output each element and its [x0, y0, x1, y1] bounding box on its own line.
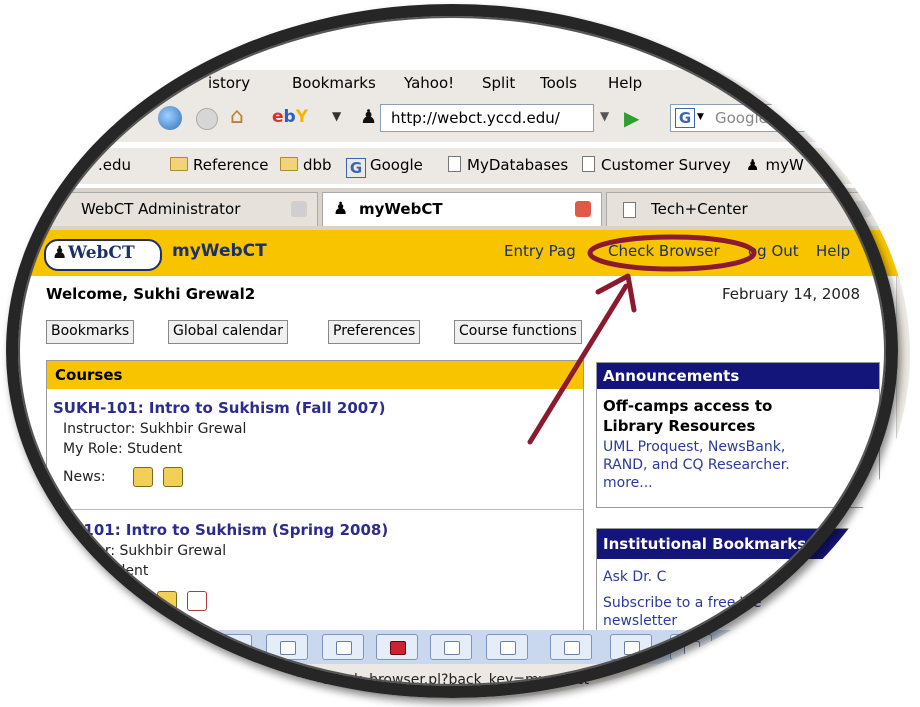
pointer-arrow	[527, 283, 629, 445]
annotation-overlay	[527, 234, 757, 445]
highlight-ellipse	[587, 234, 757, 272]
magnified-screenshot: istory Bookmarks Yahoo! Split Tools Help…	[10, 8, 910, 700]
